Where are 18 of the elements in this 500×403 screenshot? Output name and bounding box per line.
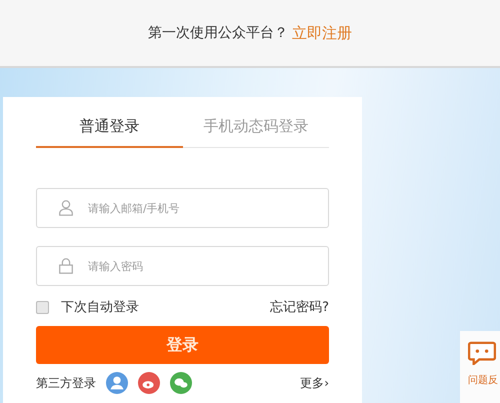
register-link[interactable]: 立即注册 <box>292 24 352 42</box>
feedback-panel[interactable]: 问题反 <box>460 331 500 403</box>
input-field[interactable]: 请输入密码 <box>36 246 329 286</box>
feedback-label: 问题反 <box>468 374 498 387</box>
remember-label: 下次自动登录 <box>61 299 139 316</box>
checkbox[interactable] <box>36 300 49 314</box>
person-icon[interactable] <box>106 372 128 394</box>
more-link[interactable]: 更多› <box>300 374 329 392</box>
register-prompt: 第一次使用公众平台？ <box>148 24 288 42</box>
chat-icon[interactable] <box>170 372 192 394</box>
third-party-label: 第三方登录 <box>36 374 96 392</box>
eye-icon[interactable] <box>138 372 160 394</box>
chat-icon <box>468 341 496 365</box>
forgot-password-link[interactable]: 忘记密码? <box>270 298 329 316</box>
login-tab[interactable]: 普通登录 <box>36 113 182 148</box>
input-field[interactable]: 请输入邮箱/手机号 <box>36 188 329 228</box>
login-button[interactable]: 登录 <box>36 326 329 364</box>
login-tab[interactable]: 手机动态码登录 <box>182 113 329 148</box>
